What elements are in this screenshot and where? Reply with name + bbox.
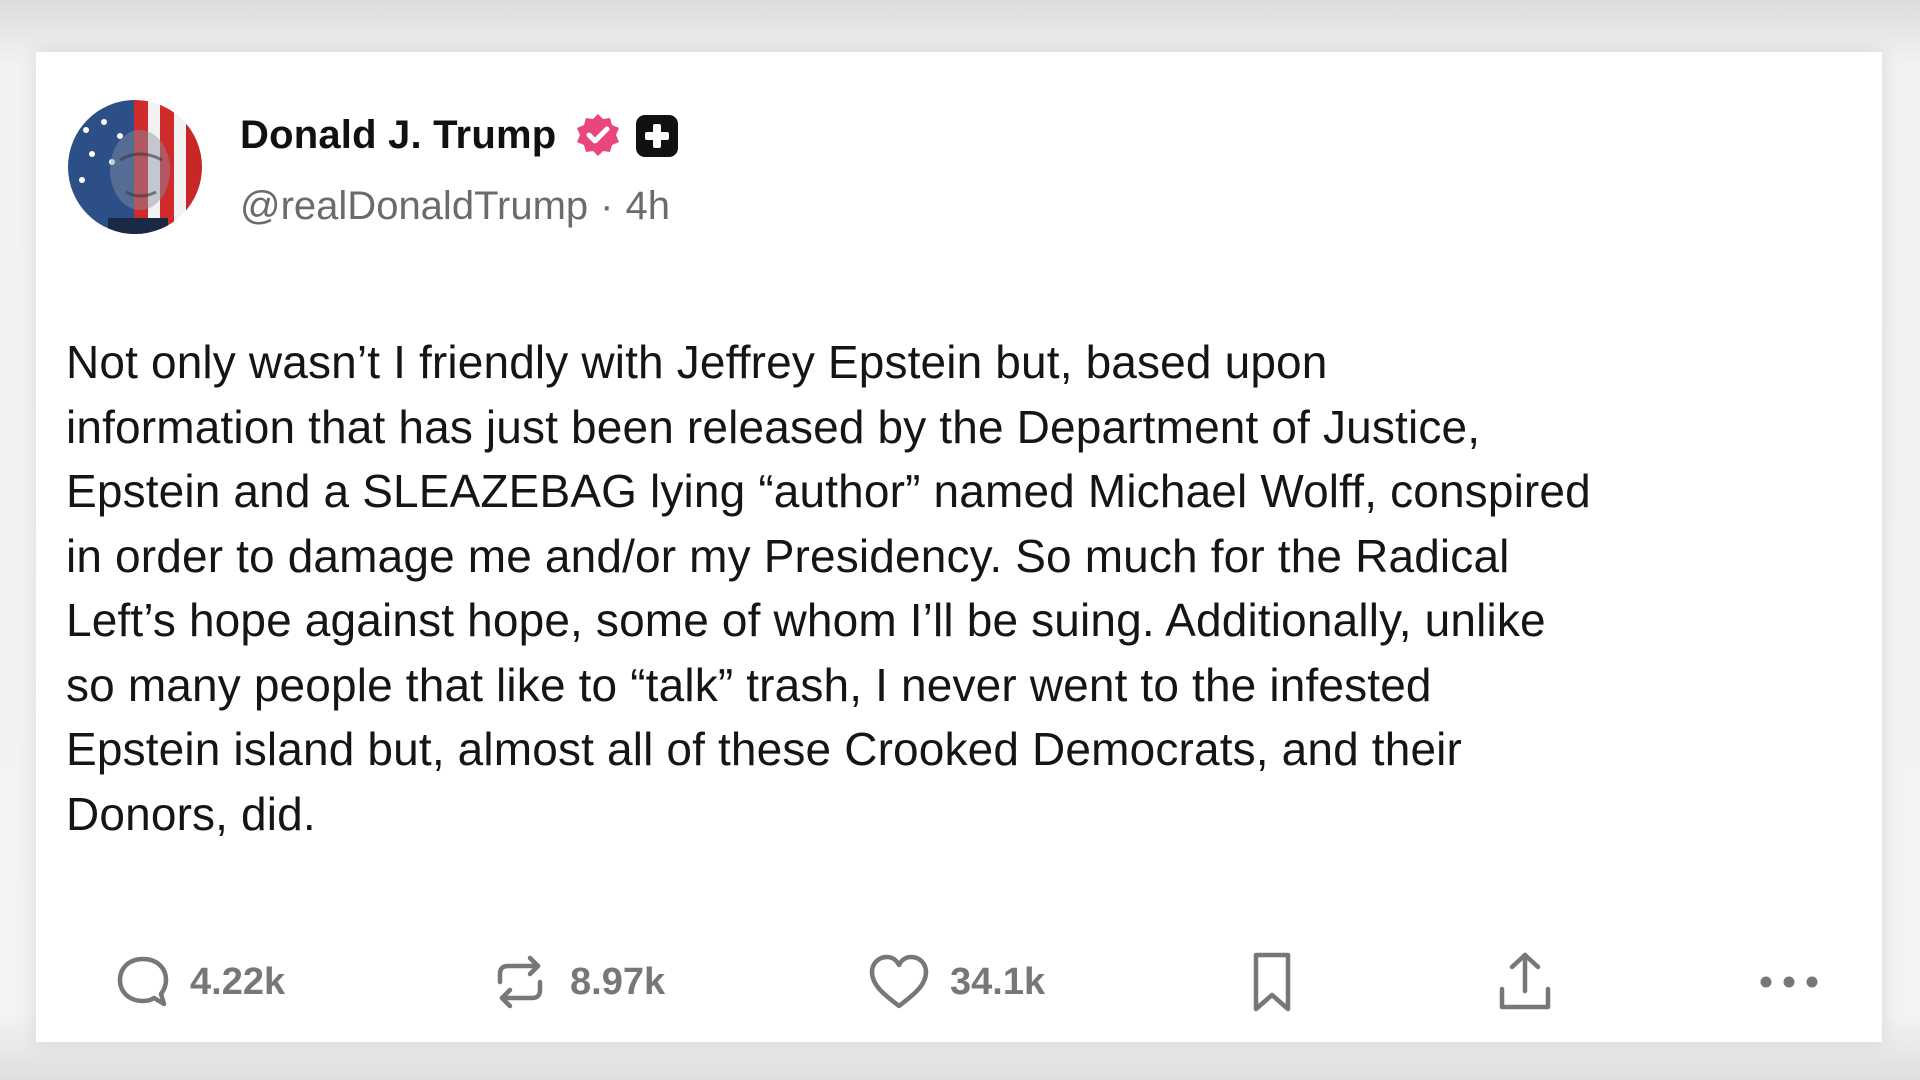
reply-count: 4.22k <box>190 960 286 1003</box>
more-options-button[interactable] <box>1756 942 1822 1022</box>
post-timestamp[interactable]: 4h <box>625 184 670 229</box>
avatar[interactable] <box>68 100 202 234</box>
post-body: Not only wasn’t I friendly with Jeffrey … <box>66 336 1591 840</box>
american-flag-portrait-avatar-icon <box>68 100 202 234</box>
repost-count: 8.97k <box>570 960 666 1003</box>
heart-icon <box>869 954 929 1009</box>
meta-separator: · <box>600 183 614 228</box>
share-upload-icon <box>1499 952 1551 1010</box>
author-handle[interactable]: @realDonaldTrump <box>240 184 588 229</box>
repost-icon <box>497 955 543 1009</box>
name-row: Donald J. Trump <box>240 106 680 166</box>
share-button[interactable] <box>1492 942 1558 1022</box>
post-header: Donald J. Trump @realDonaldTrump · 4h <box>68 100 680 234</box>
author-display-name[interactable]: Donald J. Trump <box>240 113 556 158</box>
repost-button[interactable]: 8.97k <box>488 942 665 1022</box>
handle-row: @realDonaldTrump · 4h <box>240 184 680 229</box>
plus-badge-icon <box>636 114 679 157</box>
like-count: 34.1k <box>950 960 1046 1003</box>
post-actions-bar: 4.22k 8.97k 34.1k <box>36 942 1882 1022</box>
verified-badge-icon <box>577 113 620 156</box>
like-button[interactable]: 34.1k <box>866 942 1045 1022</box>
more-dots-icon <box>1760 976 1818 988</box>
post-card: Donald J. Trump @realDonaldTrump · 4h No… <box>36 52 1882 1042</box>
reply-bubble-icon <box>117 956 169 1007</box>
bookmark-icon <box>1253 952 1291 1012</box>
author-identity: Donald J. Trump @realDonaldTrump · 4h <box>240 106 680 229</box>
bookmark-button[interactable] <box>1244 942 1300 1022</box>
reply-button[interactable]: 4.22k <box>114 942 285 1022</box>
